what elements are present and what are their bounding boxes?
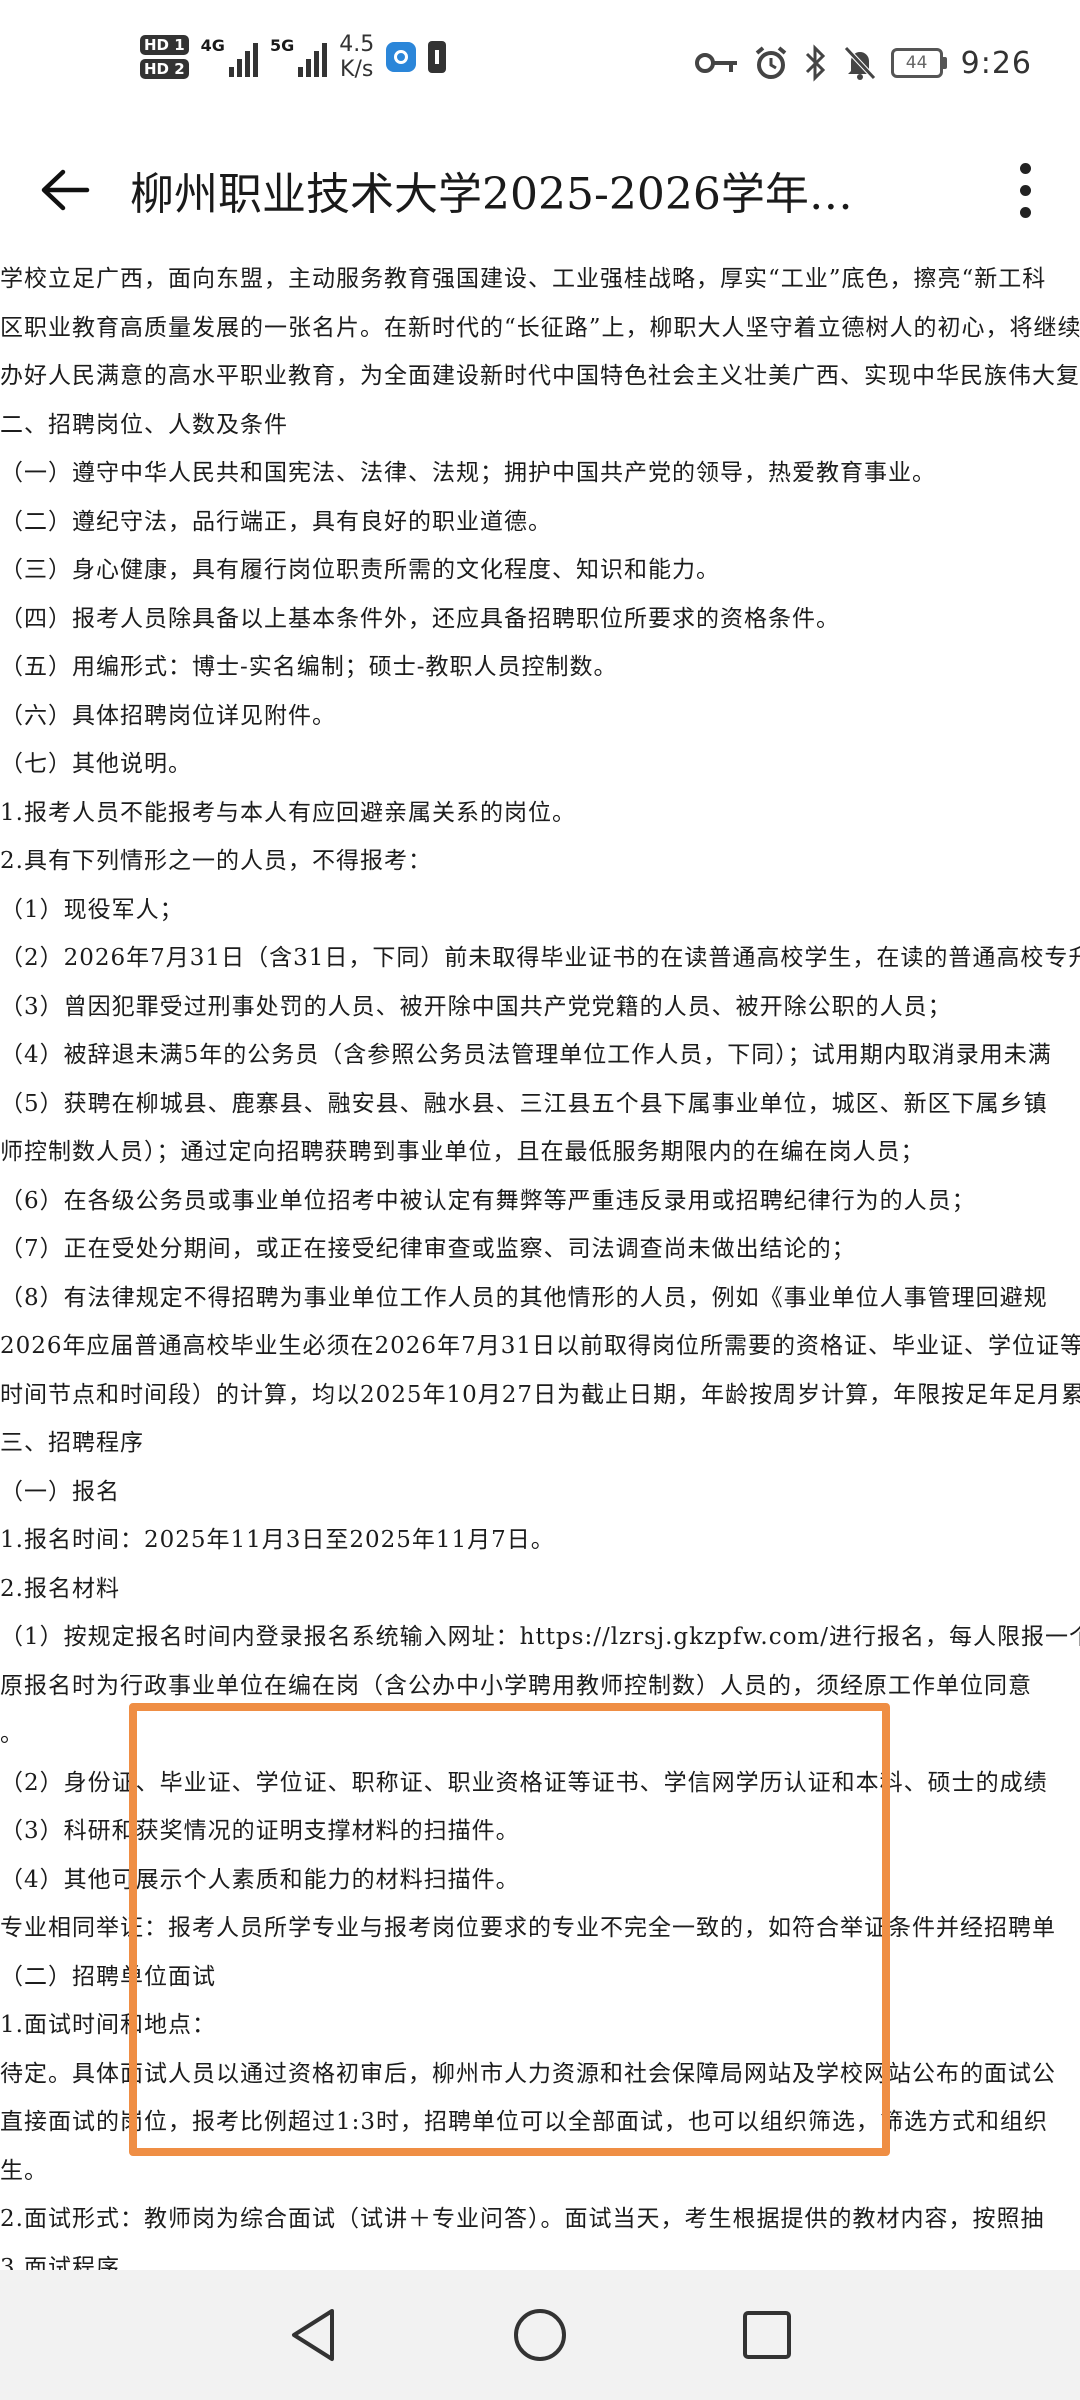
document-line: 3.面试程序 <box>0 2255 120 2270</box>
document-line: 1.报考人员不能报考与本人有应回避亲属关系的岗位。 <box>0 800 576 826</box>
document-line: 办好人民满意的高水平职业教育，为全面建设新时代中国特色社会主义壮美广西、实现中华… <box>0 363 1080 389</box>
recents-square-icon <box>742 2311 791 2359</box>
status-left: HD 1 HD 2 4G 5G 4.5 K/s <box>140 32 447 82</box>
app-header: 柳州职业技术大学2025-2026学年… <box>0 130 1080 250</box>
battery-level: 44 <box>905 53 928 73</box>
status-bar: HD 1 HD 2 4G 5G 4.5 K/s 44 9:26 <box>0 0 1080 130</box>
speed-value: 4.5 <box>339 32 375 57</box>
alarm-icon <box>755 46 786 79</box>
back-button[interactable] <box>0 130 130 250</box>
back-arrow-icon <box>41 169 90 211</box>
document-line: （一）遵守中华人民共和国宪法、法律、法规；拥护中国共产党的领导，热爱教育事业。 <box>0 460 936 486</box>
app-notification-icon <box>386 42 417 72</box>
status-right: 44 9:26 <box>694 44 1032 82</box>
document-line: 直接面试的岗位，报考比例超过1:3时，招聘单位可以全部面试，也可以组织筛选，筛选… <box>0 2109 1049 2135</box>
document-line: （五）用编形式：博士-实名编制；硕士-教职人员控制数。 <box>0 654 618 680</box>
document-line: 。 <box>0 1721 24 1747</box>
document-line: （1）现役军人； <box>0 897 184 923</box>
document-line: 待定。具体面试人员以通过资格初审后，柳州市人力资源和社会保障局网站及学校网站公布… <box>0 2061 1056 2087</box>
sim2-indicator: HD 2 <box>140 59 189 79</box>
document-line: （7）正在受处分期间，或正在接受纪律审查或监察、司法调查尚未做出结论的； <box>0 1236 856 1262</box>
sim1-label: HD 1 <box>140 35 189 55</box>
document-line: （二）招聘单位面试 <box>0 1964 216 1990</box>
home-circle-icon <box>513 2309 566 2361</box>
battery-icon: 44 <box>890 48 947 78</box>
document-line: 2.具有下列情形之一的人员，不得报考： <box>0 848 432 874</box>
more-dot-icon <box>1019 184 1031 196</box>
document-line: （8）有法律规定不得招聘为事业单位工作人员的其他情形的人员，例如《事业单位人事管… <box>0 1285 1048 1311</box>
more-options-button[interactable] <box>970 130 1080 250</box>
network-4g-label: 4G <box>200 36 225 55</box>
mute-icon <box>843 46 876 80</box>
back-triangle-icon <box>292 2309 335 2361</box>
network-speed: 4.5 K/s <box>339 32 374 82</box>
document-line: 2.报名材料 <box>0 1576 120 1602</box>
more-dot-icon <box>1019 206 1031 218</box>
nav-recents-button[interactable] <box>722 2290 812 2380</box>
signal-4g-icon: 4G <box>201 37 258 77</box>
document-line: （5）获聘在柳城县、鹿寨县、融安县、融水县、三江县五个县下属事业单位，城区、新区… <box>0 1091 1048 1117</box>
document-line: （六）具体招聘岗位详见附件。 <box>0 703 336 729</box>
document-line: （七）其他说明。 <box>0 751 192 777</box>
document-line: 师控制数人员）；通过定向招聘获聘到事业单位，且在最低服务期限内的在编在岗人员； <box>0 1139 925 1165</box>
nav-back-button[interactable] <box>268 2290 358 2380</box>
sim2-label: HD 2 <box>140 59 189 79</box>
document-line: （6）在各级公务员或事业单位招考中被认定有舞弊等严重违反录用或招聘纪律行为的人员… <box>0 1188 976 1214</box>
navigation-bar <box>0 2270 1080 2400</box>
document-line: 学校立足广西，面向东盟，主动服务教育强国建设、工业强桂战略，厚实“工业”底色，擦… <box>0 266 1047 292</box>
document-line: 生。 <box>0 2158 48 2184</box>
nav-home-button[interactable] <box>495 2290 585 2380</box>
document-line: 专业相同举证：报考人员所学专业与报考岗位要求的专业不完全一致的，如符合举证条件并… <box>0 1915 1056 1941</box>
document-line: 2.面试形式：教师岗为综合面试（试讲＋专业问答）。面试当天，考生根据提供的教材内… <box>0 2206 1045 2232</box>
document-line: （三）身心健康，具有履行岗位职责所需的文化程度、知识和能力。 <box>0 557 720 583</box>
document-line: 1.面试时间和地点： <box>0 2012 216 2038</box>
document-line: （一）报名 <box>0 1479 120 1505</box>
network-5g-label: 5G <box>269 36 295 55</box>
document-line: 三、招聘程序 <box>0 1430 144 1456</box>
document-line: （3）科研和获奖情况的证明支撑材料的扫描件。 <box>0 1818 520 1844</box>
document-line: 原报名时为行政事业单位在编在岗（含公办中小学聘用教师控制数）人员的，须经原工作单… <box>0 1673 1032 1699</box>
key-icon <box>694 53 737 73</box>
document-line: 二、招聘岗位、人数及条件 <box>0 412 288 438</box>
sim1-indicator: HD 1 <box>140 35 189 55</box>
document-content[interactable]: 学校立足广西，面向东盟，主动服务教育强国建设、工业强桂战略，厚实“工业”底色，擦… <box>0 255 1080 2270</box>
document-line: （2）2026年7月31日（含31日，下同）前未取得毕业证书的在读普通高校学生，… <box>0 945 1080 971</box>
sim-indicators: HD 1 HD 2 <box>140 35 189 79</box>
document-line: （2）身份证、毕业证、学位证、职称证、职业资格证等证书、学信网学历认证和本科、硕… <box>0 1770 1048 1796</box>
document-line: 1.报名时间：2025年11月3日至2025年11月7日。 <box>0 1527 555 1553</box>
document-line: （4）其他可展示个人素质和能力的材料扫描件。 <box>0 1867 520 1893</box>
document-line: （4）被辞退未满5年的公务员（含参照公务员法管理单位工作人员，下同）；试用期内取… <box>0 1042 1052 1068</box>
page-title: 柳州职业技术大学2025-2026学年… <box>130 169 853 220</box>
document-line: 区职业教育高质量发展的一张名片。在新时代的“长征路”上，柳职大人坚守着立德树人的… <box>0 315 1080 341</box>
document-line: 2026年应届普通高校毕业生必须在2026年7月31日以前取得岗位所需要的资格证… <box>0 1333 1080 1359</box>
sim-card-icon <box>428 41 447 73</box>
document-line: （1）按规定报名时间内登录报名系统输入网址：https://lzrsj.gkzp… <box>0 1624 1080 1650</box>
document-line: （四）报考人员除具备以上基本条件外，还应具备招聘职位所要求的资格条件。 <box>0 606 840 632</box>
clock: 9:26 <box>960 45 1032 81</box>
signal-5g-icon: 5G <box>269 36 328 77</box>
more-dot-icon <box>1019 162 1031 174</box>
document-line: 时间节点和时间段）的计算，均以2025年10月27日为截止日期，年龄按周岁计算，… <box>0 1382 1080 1408</box>
document-line: （3）曾因犯罪受过刑事处罚的人员、被开除中国共产党党籍的人员、被开除公职的人员； <box>0 994 952 1020</box>
speed-unit: K/s <box>340 57 374 82</box>
bluetooth-icon <box>805 44 825 82</box>
document-line: （二）遵纪守法，品行端正，具有良好的职业道德。 <box>0 509 552 535</box>
